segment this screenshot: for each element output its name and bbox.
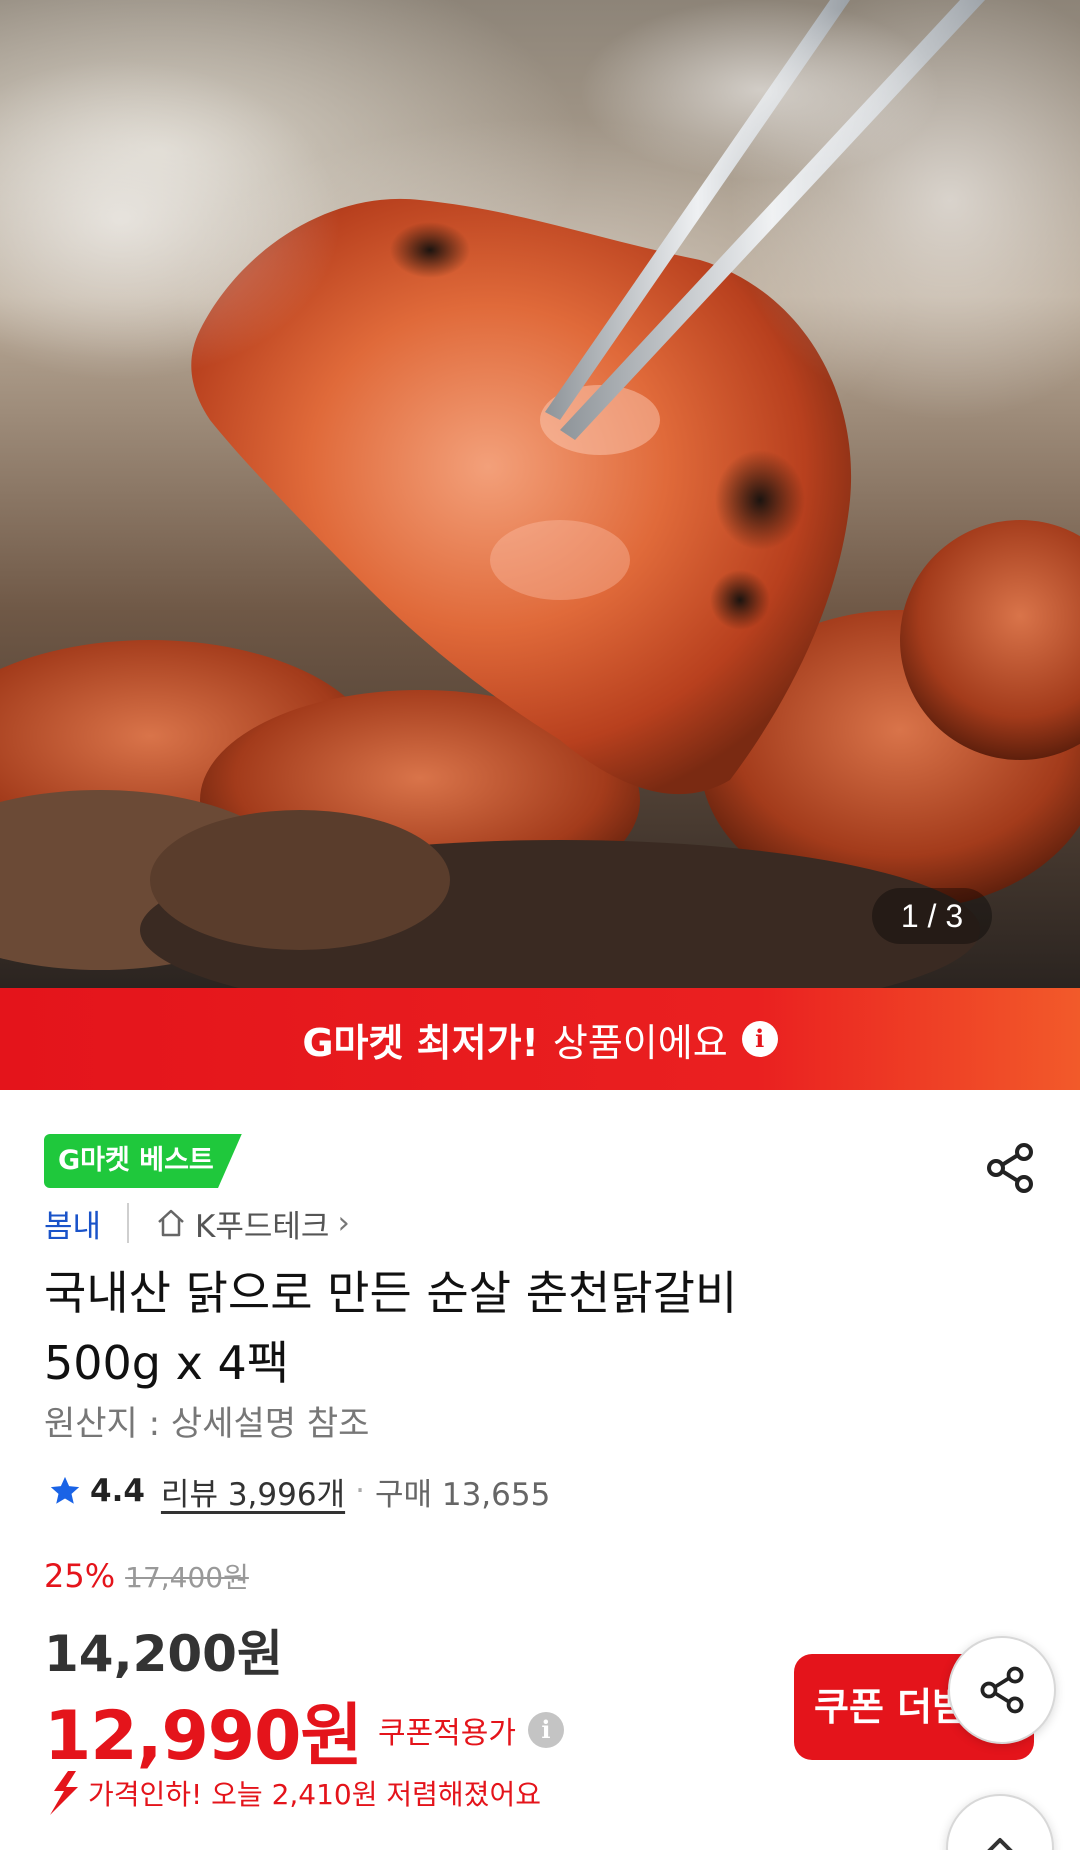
star-icon (50, 1476, 80, 1504)
sale-price: 14,200원 (44, 1625, 283, 1683)
rating-score: 4.4 (90, 1473, 145, 1509)
best-badge: G마켓 베스트 (44, 1134, 242, 1188)
floating-share-button[interactable] (948, 1636, 1056, 1744)
review-count-link[interactable]: 리뷰 3,996개 (161, 1469, 345, 1514)
brand-row: 봄내 K푸드테크 › (44, 1200, 350, 1246)
rating-row: 4.4 리뷰 3,996개 · 구매 13,655 (48, 1468, 550, 1514)
banner-text: 상품이에요 (552, 1020, 728, 1065)
store-name: K푸드테크 (195, 1208, 330, 1245)
title-line: 500g x 4팩 (44, 1336, 290, 1390)
home-icon (158, 1209, 184, 1237)
store-link[interactable]: K푸드테크 › (155, 1201, 350, 1246)
arrow-down-icon (50, 1771, 78, 1815)
grilled-chicken-photo (0, 0, 1080, 988)
title-line: 국내산 닭으로 만든 순살 춘천닭갈비 (44, 1266, 738, 1320)
banner-highlight: G마켓 최저가! (302, 1020, 539, 1065)
coupon-price: 12,990원 (44, 1697, 363, 1776)
product-image[interactable]: 1 / 3 (0, 0, 1080, 988)
discount-row: 25% 17,400원 (44, 1556, 249, 1596)
coupon-price-label: 쿠폰적용가 (377, 1715, 516, 1751)
share-icon (980, 1666, 1024, 1714)
origin-text: 원산지 : 상세설명 참조 (44, 1404, 370, 1444)
lowest-price-banner[interactable]: G마켓 최저가! 상품이에요 i (0, 988, 1080, 1090)
info-icon[interactable]: i (741, 1021, 778, 1057)
info-icon[interactable]: i (527, 1711, 564, 1748)
coupon-price-row: 12,990원 쿠폰적용가 i (44, 1680, 564, 1779)
original-price: 17,400원 (125, 1561, 249, 1594)
scroll-top-button[interactable] (946, 1794, 1054, 1850)
chevron-right-icon: › (337, 1205, 350, 1241)
image-counter: 1 / 3 (872, 888, 992, 944)
separator-dot: · (355, 1473, 365, 1509)
share-icon[interactable] (980, 1138, 1040, 1198)
purchase-count: 구매 13,655 (374, 1476, 551, 1513)
price-drop-text: 가격인하! 오늘 2,410원 저렴해졌어요 (88, 1778, 541, 1811)
discount-rate: 25% (44, 1557, 116, 1595)
brand-link[interactable]: 봄내 (44, 1201, 101, 1246)
product-title: 국내산 닭으로 만든 순살 춘천닭갈비 500g x 4팩 (44, 1258, 1024, 1398)
divider (127, 1203, 130, 1243)
price-drop-notice: 가격인하! 오늘 2,410원 저렴해졌어요 (44, 1768, 541, 1818)
chevron-up-icon (987, 1838, 1013, 1850)
